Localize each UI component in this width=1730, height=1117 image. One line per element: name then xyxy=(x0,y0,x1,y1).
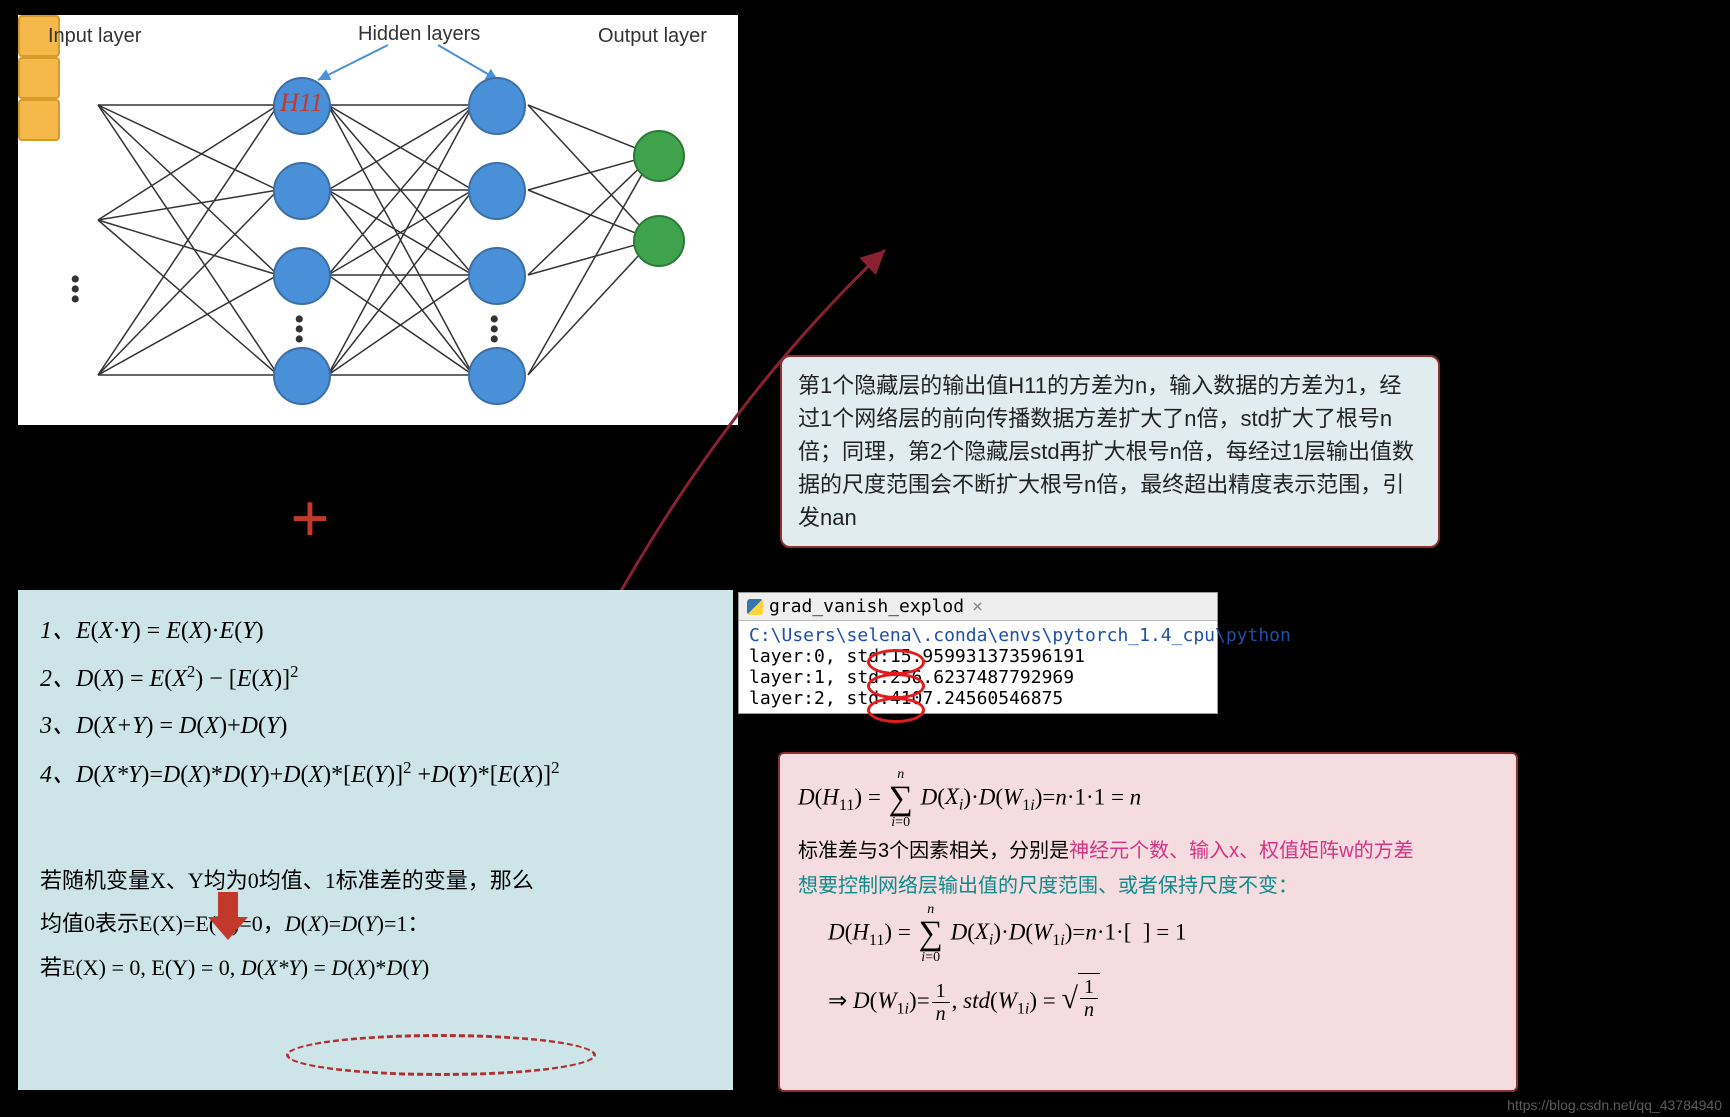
condition-2: 均值0表示E(X)=E(Y)=0，D(X)=D(Y)=1： xyxy=(40,904,711,944)
math-formulas-box: 1、E(X·Y) = E(X)·E(Y) 2、D(X) = E(X2) − [E… xyxy=(18,590,733,1090)
dots-icon: ••• xyxy=(294,315,305,345)
neural-network-diagram: Input layer Hidden layers Output layer •… xyxy=(18,15,738,425)
nn-connections xyxy=(18,15,738,425)
condition-3: 若E(X) = 0, E(Y) = 0, D(X*Y) = D(X)*D(Y) xyxy=(40,948,711,988)
console-path: C:\Users\selena\.conda\envs\pytorch_1.4_… xyxy=(749,625,1207,646)
red-arrow-down-icon xyxy=(208,880,248,970)
hidden-node xyxy=(273,347,331,405)
note-text-2: 想要控制网络层输出值的尺度范围、或者保持尺度不变： xyxy=(798,869,1498,903)
console-line-2: layer:2, std:4107.24560546875 xyxy=(749,688,1207,709)
eq-variance-h11-unit: D(H11) = n∑i=0 D(Xi)·D(W1i)=n·1·[ ] = 1 xyxy=(798,903,1498,965)
derivation-box: D(H11) = n∑i=0 D(Xi)·D(W1i)=n·1·1 = n 标准… xyxy=(778,752,1518,1092)
console-line-0: layer:0, std:15.959931373596191 xyxy=(749,646,1207,667)
highlight-circle xyxy=(867,673,925,699)
dashed-ellipse-highlight xyxy=(286,1034,596,1076)
console-line-1: layer:1, std:256.6237487792969 xyxy=(749,667,1207,688)
eq-variance-h11: D(H11) = n∑i=0 D(Xi)·D(W1i)=n·1·1 = n xyxy=(798,768,1498,830)
input-node xyxy=(18,99,60,141)
input-node xyxy=(18,57,60,99)
console-tab: grad_vanish_explod × xyxy=(739,593,1217,621)
note-text-1: 标准差与3个因素相关，分别是神经元个数、输入x、权值矩阵w的方差 xyxy=(798,830,1498,869)
dots-icon: ••• xyxy=(489,315,500,345)
console-tab-label: grad_vanish_explod xyxy=(769,596,964,617)
highlight-circle xyxy=(867,649,925,675)
watermark: https://blog.csdn.net/qq_43784940 xyxy=(1507,1097,1722,1113)
formula-4: 4、D(X*Y)=D(X)*D(Y)+D(X)*[E(Y)]2 +D(Y)*[E… xyxy=(40,753,711,797)
output-node xyxy=(633,130,685,182)
console-output: grad_vanish_explod × C:\Users\selena\.co… xyxy=(738,592,1218,714)
input-layer-label: Input layer xyxy=(48,25,141,48)
output-node xyxy=(633,215,685,267)
highlight-circle xyxy=(867,697,925,723)
hidden-node xyxy=(273,162,331,220)
hidden-layers-label: Hidden layers xyxy=(358,23,480,46)
hidden-node xyxy=(468,347,526,405)
plus-icon: + xyxy=(290,480,330,560)
hidden-node xyxy=(273,247,331,305)
formula-1: 1、E(X·Y) = E(X)·E(Y) xyxy=(40,610,711,653)
formula-2: 2、D(X) = E(X2) − [E(X)]2 xyxy=(40,657,711,701)
explanation-callout: 第1个隐藏层的输出值H11的方差为n，输入数据的方差为1，经过1个网络层的前向传… xyxy=(780,355,1440,548)
hidden-node xyxy=(468,77,526,135)
condition-1: 若随机变量X、Y均为0均值、1标准差的变量，那么 xyxy=(40,861,711,901)
dots-icon: ••• xyxy=(70,275,81,305)
output-layer-label: Output layer xyxy=(598,25,707,48)
close-icon: × xyxy=(972,596,983,617)
hidden-node xyxy=(468,162,526,220)
formula-3: 3、D(X+Y) = D(X)+D(Y) xyxy=(40,705,711,748)
hidden-node xyxy=(468,247,526,305)
h11-label: H11 xyxy=(280,88,323,118)
python-icon xyxy=(747,599,763,615)
eq-weight-variance: ⇒ D(W1i)=1n, std(W1i) = √1n xyxy=(798,973,1498,1025)
